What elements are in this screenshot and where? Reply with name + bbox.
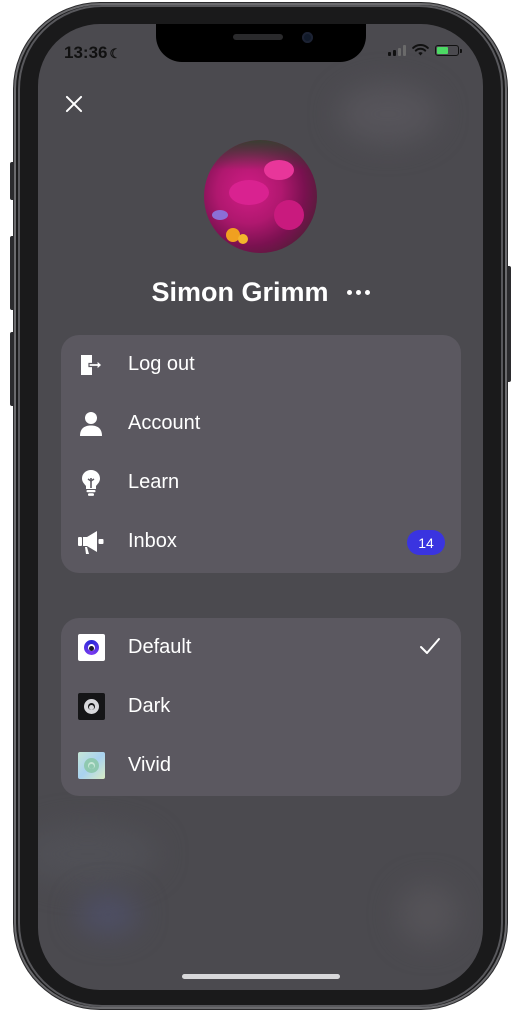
- menu-item-label: Account: [128, 412, 201, 434]
- menu-item-label: Learn: [128, 471, 180, 493]
- more-options-button[interactable]: [346, 290, 370, 295]
- menu-card: Log out Account Learn Inbox 14: [61, 335, 461, 573]
- person-icon: [77, 410, 105, 438]
- background-blur: [338, 84, 438, 144]
- background-blur: [38, 824, 158, 884]
- lightbulb-icon: [77, 469, 105, 497]
- theme-item-dark[interactable]: Dark: [61, 677, 461, 736]
- notch: [156, 24, 366, 62]
- home-indicator[interactable]: [182, 974, 340, 979]
- menu-item-logout[interactable]: Log out: [61, 335, 461, 394]
- cellular-signal-icon: [388, 44, 406, 56]
- profile-header: Simon Grimm: [38, 277, 483, 308]
- logout-icon: [77, 351, 105, 379]
- menu-item-label: Log out: [128, 353, 195, 375]
- close-button[interactable]: [60, 90, 88, 118]
- menu-item-label: Inbox: [128, 530, 177, 552]
- theme-card: Default Dark Vivid: [61, 618, 461, 796]
- speaker-grille: [233, 34, 283, 40]
- dark-theme-icon: [77, 693, 105, 721]
- inbox-count-badge: 14: [407, 530, 445, 555]
- theme-item-label: Vivid: [128, 754, 171, 776]
- menu-item-account[interactable]: Account: [61, 394, 461, 453]
- vivid-theme-icon: [77, 752, 105, 780]
- front-camera: [302, 32, 313, 43]
- profile-name: Simon Grimm: [151, 277, 329, 307]
- default-theme-icon: [77, 634, 105, 662]
- megaphone-icon: [77, 528, 105, 556]
- battery-icon: [435, 44, 462, 56]
- menu-item-learn[interactable]: Learn: [61, 453, 461, 512]
- wifi-icon: [412, 44, 429, 56]
- moon-icon: ☾: [109, 46, 122, 61]
- menu-item-inbox[interactable]: Inbox 14: [61, 512, 461, 571]
- background-blur: [398, 884, 458, 944]
- status-time: 13:36 ☾: [64, 43, 121, 63]
- theme-item-default[interactable]: Default: [61, 618, 461, 677]
- status-icons: [388, 44, 462, 56]
- theme-item-label: Dark: [128, 695, 171, 717]
- checkmark-icon: [420, 638, 440, 654]
- background-blur: [78, 894, 138, 934]
- theme-item-vivid[interactable]: Vivid: [61, 736, 461, 795]
- avatar[interactable]: [204, 140, 317, 253]
- phone-screen: 13:36 ☾ Simon Grimm Log out Account Lear…: [38, 24, 483, 990]
- time-text: 13:36: [64, 43, 108, 62]
- theme-item-label: Default: [128, 636, 192, 658]
